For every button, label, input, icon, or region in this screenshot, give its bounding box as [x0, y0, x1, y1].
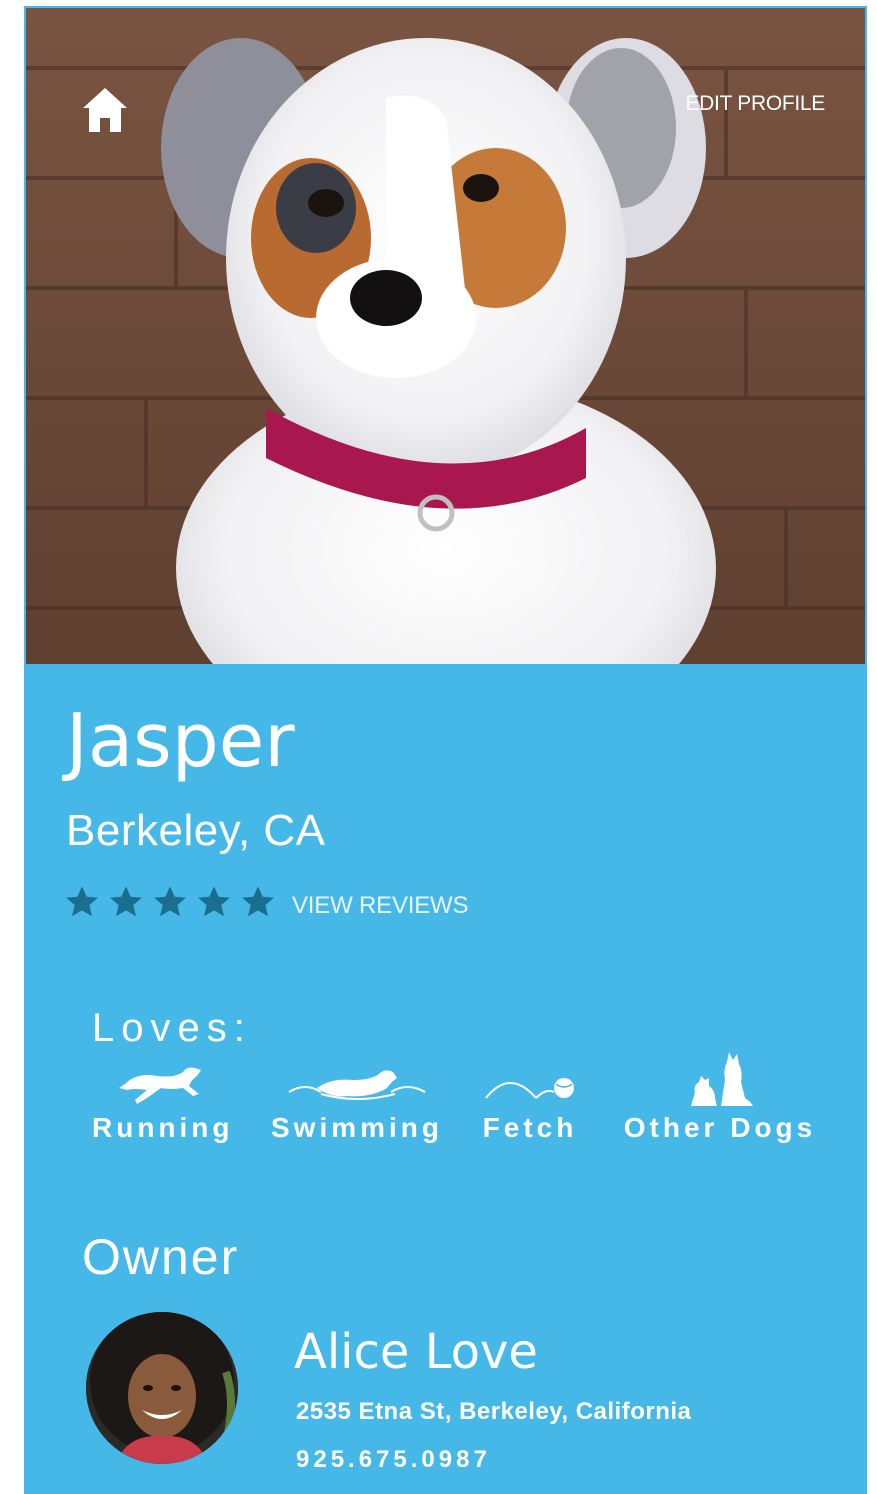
rating-stars: [64, 884, 276, 920]
owner-heading: Owner: [82, 1229, 240, 1285]
star-icon: [109, 886, 143, 917]
swimming-dog-icon: [288, 1070, 426, 1100]
star-icon: [241, 886, 275, 917]
love-item-other-dogs: Other Dogs: [622, 1052, 818, 1144]
owner-name: Alice Love: [294, 1324, 538, 1380]
fetch-ball-icon: [485, 1078, 574, 1099]
love-label: Other Dogs: [623, 1112, 817, 1143]
dog-and-cat-icon: [691, 1052, 753, 1106]
love-label: Swimming: [270, 1112, 443, 1143]
star-icon: [65, 886, 99, 917]
owner-photo: [86, 1312, 238, 1464]
dog-photo: EDIT PROFILE: [26, 8, 865, 664]
profile-card: EDIT PROFILE Jasper Berkeley, CA VIEW RE…: [24, 6, 867, 1494]
view-reviews-link[interactable]: VIEW REVIEWS: [292, 892, 468, 920]
dog-location: Berkeley, CA: [66, 806, 326, 855]
star-icon: [197, 886, 231, 917]
running-dog-icon: [119, 1067, 201, 1104]
owner-address: 2535 Etna St, Berkeley, California: [296, 1398, 692, 1425]
love-item-swimming: Swimming: [266, 1058, 448, 1144]
dog-name: Jasper: [66, 698, 295, 784]
love-label: Running: [92, 1112, 234, 1143]
loves-heading: Loves:: [92, 1006, 252, 1050]
love-item-running: Running: [92, 1058, 232, 1144]
star-icon: [153, 886, 187, 917]
edit-profile-button[interactable]: EDIT PROFILE: [685, 92, 825, 116]
home-button[interactable]: [80, 84, 130, 136]
owner-avatar[interactable]: [86, 1312, 238, 1464]
love-item-fetch: Fetch: [480, 1058, 580, 1144]
home-icon: [83, 88, 127, 132]
love-label: Fetch: [482, 1112, 578, 1143]
owner-phone[interactable]: 925.675.0987: [296, 1446, 491, 1474]
